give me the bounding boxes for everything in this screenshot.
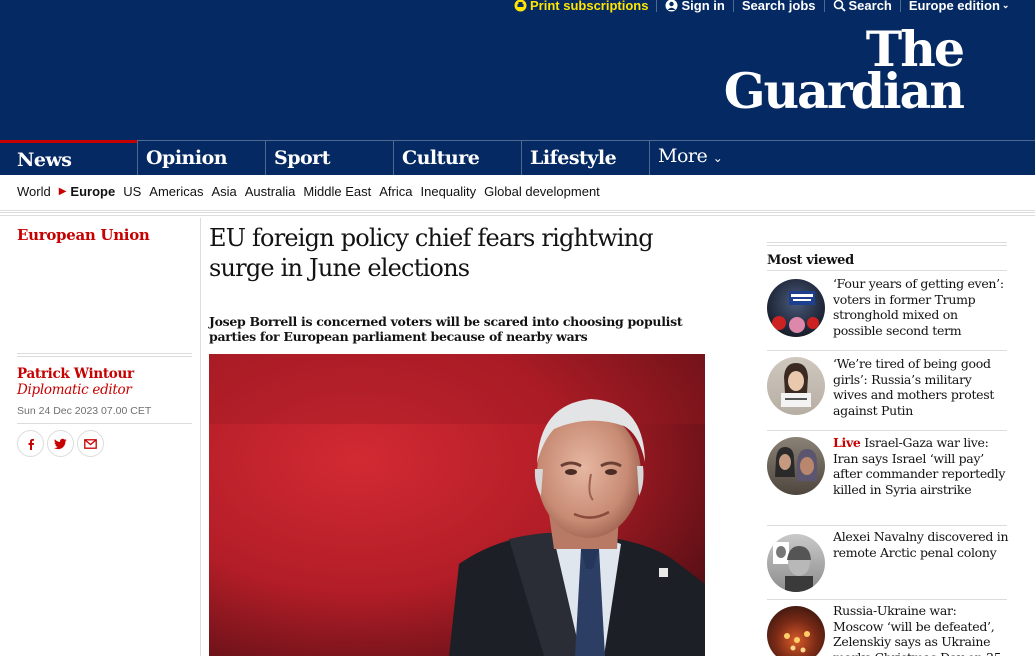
chevron-down-icon: ⌄ (1001, 0, 1010, 10)
share-facebook-button[interactable] (17, 430, 44, 457)
most-viewed-divider (767, 242, 1007, 248)
print-subscriptions-link[interactable]: Print subscriptions (506, 0, 656, 13)
sign-in-link[interactable]: Sign in (657, 0, 732, 13)
top-bar: Print subscriptions Sign in Search jobs … (0, 0, 1035, 20)
most-viewed-item[interactable]: ‘Four years of getting even’: voters in … (767, 270, 1007, 350)
pillar-news-label: News (17, 149, 72, 171)
most-viewed-headline: ‘We’re tired of being good girls’: Russi… (833, 356, 995, 418)
email-icon (84, 438, 97, 449)
most-viewed-item[interactable]: Russia-Ukraine war: Moscow ‘will be defe… (767, 599, 1007, 656)
subnav-item-global-development[interactable]: Global development (484, 184, 600, 199)
most-viewed-thumbnail (767, 357, 825, 415)
masthead: The Guardian (0, 20, 1035, 140)
search-link[interactable]: Search (825, 0, 900, 13)
pillar-nav: News Opinion Sport Culture Lifestyle Mor… (0, 140, 1035, 175)
logo-line-2: Guardian (723, 62, 965, 121)
section-label[interactable]: European Union (17, 226, 150, 244)
author-name[interactable]: Patrick Wintour (17, 366, 134, 382)
guardian-logo[interactable]: The Guardian (723, 24, 965, 121)
subnav-item-inequality[interactable]: Inequality (421, 184, 477, 199)
facebook-icon (28, 438, 34, 450)
pillar-lifestyle-label: Lifestyle (530, 147, 617, 169)
most-viewed-headline: Alexei Navalny discovered in remote Arct… (833, 529, 1009, 560)
pillar-lifestyle[interactable]: Lifestyle (521, 141, 649, 175)
more-menu[interactable]: More ⌄ (649, 141, 1035, 175)
most-viewed-headline: Live Israel-Gaza war live: Iran says Isr… (833, 435, 1009, 497)
most-viewed-thumbnail (767, 437, 825, 495)
search-label: Search (848, 0, 892, 13)
most-viewed-item[interactable]: ‘We’re tired of being good girls’: Russi… (767, 350, 1007, 430)
chevron-down-icon: ⌄ (712, 151, 723, 165)
most-viewed-thumbnail (767, 279, 825, 337)
headline: EU foreign policy chief fears rightwing … (209, 224, 654, 282)
most-viewed-thumbnail (767, 606, 825, 656)
subnav: World ▶ Europe US Americas Asia Australi… (0, 175, 1035, 211)
pillar-culture-label: Culture (402, 147, 480, 169)
pillar-culture[interactable]: Culture (393, 141, 521, 175)
section-divider (0, 212, 1035, 218)
live-badge: Live (833, 435, 861, 450)
meta-divider (17, 353, 192, 359)
search-icon (833, 0, 846, 12)
subnav-item-africa[interactable]: Africa (379, 184, 412, 199)
subnav-item-world[interactable]: World (17, 184, 51, 199)
publish-date: Sun 24 Dec 2023 07.00 CET (17, 405, 152, 417)
sign-in-label: Sign in (681, 0, 725, 13)
more-label: More (658, 145, 708, 167)
subnav-item-australia[interactable]: Australia (245, 184, 296, 199)
twitter-icon (54, 438, 67, 449)
most-viewed-title: Most viewed (767, 253, 854, 268)
most-viewed-item[interactable]: Alexei Navalny discovered in remote Arct… (767, 525, 1009, 598)
pillar-sport[interactable]: Sport (265, 141, 393, 175)
column-divider (200, 218, 201, 656)
share-twitter-button[interactable] (47, 430, 74, 457)
portrait-illustration (209, 354, 705, 656)
print-icon (514, 0, 527, 11)
current-arrow-icon: ▶ (58, 186, 67, 197)
main-article-image[interactable] (209, 354, 705, 656)
subnav-item-europe[interactable]: Europe (70, 184, 115, 199)
author-role: Diplomatic editor (17, 382, 132, 398)
search-jobs-label: Search jobs (741, 0, 816, 13)
most-viewed-thumbnail (767, 534, 825, 592)
standfirst: Josep Borrell is concerned voters will b… (209, 314, 683, 344)
most-viewed-item[interactable]: Live Israel-Gaza war live: Iran says Isr… (767, 430, 1007, 525)
share-divider (17, 423, 192, 424)
subnav-item-middle-east[interactable]: Middle East (303, 184, 371, 199)
pillar-news[interactable]: News (0, 140, 137, 174)
print-subscriptions-label: Print subscriptions (530, 0, 649, 13)
edition-selector[interactable]: Europe edition ⌄ (901, 0, 1018, 13)
pillar-sport-label: Sport (274, 147, 330, 169)
pillar-opinion-label: Opinion (146, 147, 228, 169)
top-links: Print subscriptions Sign in Search jobs … (506, 0, 1017, 13)
share-email-button[interactable] (77, 430, 104, 457)
most-viewed-headline: ‘Four years of getting even’: voters in … (833, 276, 1004, 338)
subnav-item-asia[interactable]: Asia (211, 184, 236, 199)
subnav-item-us[interactable]: US (123, 184, 141, 199)
subnav-item-americas[interactable]: Americas (149, 184, 203, 199)
pillar-opinion[interactable]: Opinion (137, 141, 265, 175)
search-jobs-link[interactable]: Search jobs (734, 0, 824, 13)
edition-label: Europe edition (908, 0, 1000, 13)
most-viewed-headline: Russia-Ukraine war: Moscow ‘will be defe… (833, 603, 1002, 656)
user-icon (665, 0, 678, 11)
